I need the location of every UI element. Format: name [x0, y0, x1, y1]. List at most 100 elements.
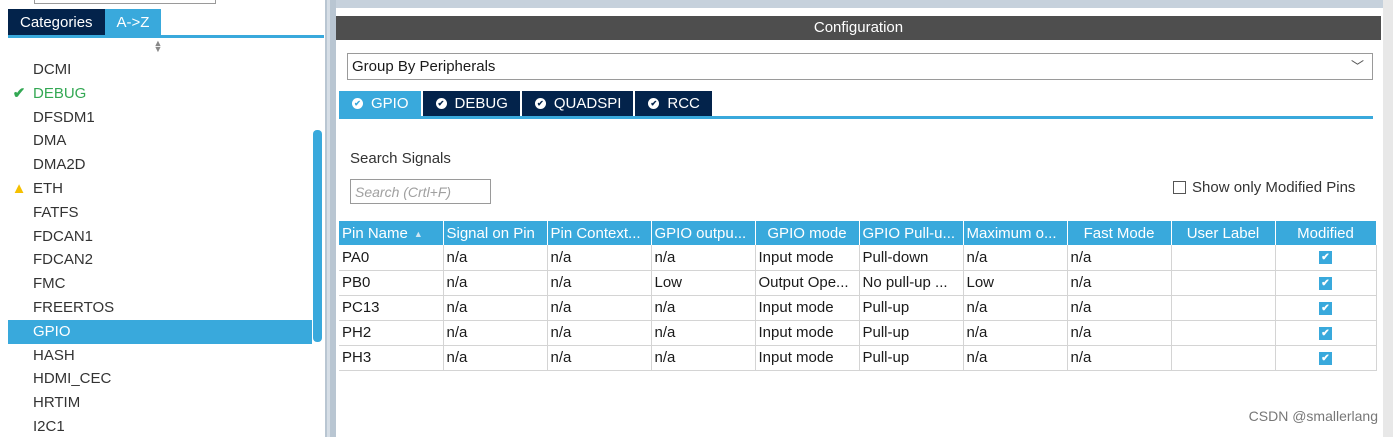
- list-item[interactable]: FDCAN2: [8, 248, 312, 272]
- cell-signal: n/a: [443, 270, 548, 296]
- tab-quadspi[interactable]: ✔ QUADSPI: [521, 91, 634, 116]
- left-panel: Categories A->Z ▲ ▼ DCMI ✔ DEBUG DFSDM1 DM…: [0, 0, 325, 437]
- list-item[interactable]: FATFS: [8, 201, 312, 225]
- cell-modified: ✔: [1275, 295, 1377, 321]
- cell-signal: n/a: [443, 345, 548, 371]
- search-input[interactable]: [350, 179, 491, 204]
- cell-user-label[interactable]: [1171, 345, 1276, 371]
- list-item[interactable]: DFSDM1: [8, 106, 312, 130]
- tab-a-to-z[interactable]: A->Z: [104, 9, 162, 36]
- tab-categories[interactable]: Categories: [8, 9, 105, 36]
- tab-label: DEBUG: [454, 95, 508, 112]
- watermark-text: CSDN @smallerlang: [1248, 408, 1378, 424]
- config-scrollbar[interactable]: [1383, 0, 1393, 437]
- col-header-user-label[interactable]: User Label: [1171, 221, 1276, 245]
- cell-pin-name: PH2: [339, 320, 444, 346]
- list-item-label: HDMI_CEC: [33, 370, 112, 388]
- list-item-label: FATFS: [33, 203, 79, 221]
- cell-signal: n/a: [443, 295, 548, 321]
- list-item[interactable]: FREERTOS: [8, 296, 312, 320]
- cell-pin-name: PA0: [339, 245, 444, 271]
- col-header-fast-mode[interactable]: Fast Mode: [1067, 221, 1172, 245]
- tab-gpio[interactable]: ✔ GPIO: [339, 91, 421, 116]
- pin-table: Pin Name ▲ Signal on Pin Pin Context... G…: [339, 221, 1377, 371]
- cell-pin-name: PB0: [339, 270, 444, 296]
- list-item[interactable]: DMA2D: [8, 153, 312, 177]
- cell-max-output: n/a: [963, 295, 1068, 321]
- col-header-gpio-output[interactable]: GPIO outpu...: [651, 221, 756, 245]
- show-only-modified-label: Show only Modified Pins: [1192, 179, 1356, 196]
- cell-max-output: n/a: [963, 320, 1068, 346]
- cell-modified: ✔: [1275, 270, 1377, 296]
- list-item[interactable]: I2C1: [8, 415, 312, 437]
- group-by-select[interactable]: Group By Peripherals ﹀: [347, 53, 1373, 80]
- cell-gpio-pull: No pull-up ...: [859, 270, 964, 296]
- cell-user-label[interactable]: [1171, 320, 1276, 346]
- col-header-gpio-mode[interactable]: GPIO mode: [755, 221, 860, 245]
- cell-pin-context: n/a: [547, 345, 652, 371]
- col-header-gpio-pull[interactable]: GPIO Pull-u...: [859, 221, 964, 245]
- table-row[interactable]: PH2 n/a n/a n/a Input mode Pull-up n/a n…: [339, 320, 1377, 346]
- sort-arrows-icon[interactable]: ▲ ▼: [152, 39, 164, 54]
- tab-debug[interactable]: ✔ DEBUG: [422, 91, 520, 116]
- cell-fast-mode: n/a: [1067, 245, 1172, 271]
- cell-pin-context: n/a: [547, 245, 652, 271]
- top-filter-input[interactable]: [34, 0, 216, 4]
- list-item-label: FDCAN1: [33, 227, 94, 245]
- list-item[interactable]: DCMI: [8, 58, 312, 82]
- cell-gpio-output: n/a: [651, 245, 756, 271]
- list-item[interactable]: DMA: [8, 129, 312, 153]
- cell-pin-context: n/a: [547, 295, 652, 321]
- tab-label: GPIO: [371, 95, 409, 112]
- table-row[interactable]: PB0 n/a n/a Low Output Ope... No pull-up…: [339, 270, 1377, 296]
- check-icon: ✔: [12, 84, 26, 102]
- list-item[interactable]: HRTIM: [8, 391, 312, 415]
- cell-user-label[interactable]: [1171, 270, 1276, 296]
- list-item[interactable]: ▲ ETH: [8, 177, 312, 201]
- table-row[interactable]: PC13 n/a n/a n/a Input mode Pull-up n/a …: [339, 295, 1377, 321]
- top-strip: [336, 0, 1393, 8]
- category-tabs: Categories A->Z: [8, 9, 162, 36]
- checkbox-checked-icon: ✔: [1319, 301, 1332, 315]
- top-strip-gap: [336, 8, 1393, 16]
- table-row[interactable]: PA0 n/a n/a n/a Input mode Pull-down n/a…: [339, 245, 1377, 271]
- cell-pin-name: PH3: [339, 345, 444, 371]
- panel-splitter-highlight: [327, 0, 330, 437]
- cell-fast-mode: n/a: [1067, 270, 1172, 296]
- list-item-selected[interactable]: GPIO: [8, 319, 312, 344]
- warning-icon: ▲: [11, 179, 27, 197]
- cell-modified: ✔: [1275, 345, 1377, 371]
- check-circle-icon: ✔: [648, 98, 660, 109]
- list-item[interactable]: FMC: [8, 272, 312, 296]
- col-header-modified[interactable]: Modified: [1275, 221, 1377, 245]
- cell-pin-name: PC13: [339, 295, 444, 321]
- list-scrollbar-thumb[interactable]: [313, 130, 322, 342]
- group-by-value: Group By Peripherals: [352, 58, 496, 75]
- chevron-down-icon: ﹀: [1350, 59, 1364, 74]
- cell-user-label[interactable]: [1171, 295, 1276, 321]
- cell-max-output: Low: [963, 270, 1068, 296]
- checkbox-unchecked-icon[interactable]: [1173, 181, 1186, 194]
- cell-user-label[interactable]: [1171, 245, 1276, 271]
- list-item[interactable]: ✔ DEBUG: [8, 82, 312, 106]
- peripheral-tabs: ✔ GPIO ✔ DEBUG ✔ QUADSPI ✔ RCC: [339, 91, 714, 116]
- list-item-label: DFSDM1: [33, 108, 95, 126]
- list-item-label: HRTIM: [33, 394, 81, 412]
- col-header-signal[interactable]: Signal on Pin: [443, 221, 548, 245]
- tab-rcc[interactable]: ✔ RCC: [635, 91, 712, 116]
- show-only-modified-toggle[interactable]: Show only Modified Pins: [1173, 179, 1355, 196]
- list-item[interactable]: HDMI_CEC: [8, 367, 312, 391]
- list-item-label: FREERTOS: [33, 298, 115, 316]
- table-row[interactable]: PH3 n/a n/a n/a Input mode Pull-up n/a n…: [339, 345, 1377, 371]
- list-item-label: DMA: [33, 132, 67, 150]
- cell-fast-mode: n/a: [1067, 320, 1172, 346]
- tab-label: QUADSPI: [553, 95, 622, 112]
- list-item-label: ETH: [33, 179, 63, 197]
- list-item[interactable]: FDCAN1: [8, 225, 312, 249]
- configuration-panel: Configuration Group By Peripherals ﹀ ✔ G…: [336, 0, 1393, 437]
- col-header-pin-context[interactable]: Pin Context...: [547, 221, 652, 245]
- col-header-pin-name[interactable]: Pin Name ▲: [339, 221, 444, 245]
- col-header-max-output[interactable]: Maximum o...: [963, 221, 1068, 245]
- cell-gpio-pull: Pull-up: [859, 295, 964, 321]
- list-item[interactable]: HASH: [8, 344, 312, 368]
